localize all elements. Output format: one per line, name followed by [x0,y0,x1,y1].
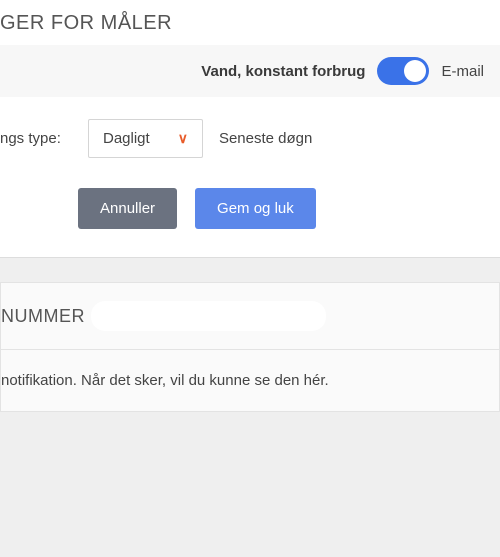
frequency-hint: Seneste døgn [219,130,312,147]
setting-label: Vand, konstant forbrug [201,63,365,80]
chevron-down-icon: ∨ [178,130,188,147]
redacted-value [91,301,326,331]
background-panel: NUMMER notifikation. Når det sker, vil d… [0,257,500,557]
frequency-select[interactable]: Dagligt ∨ [88,119,203,158]
card-title: NUMMER [1,306,85,327]
meter-settings-modal: GER FOR MÅLER Vand, konstant forbrug E-m… [0,0,500,257]
channel-label: E-mail [441,63,484,80]
modal-actions: Annuller Gem og luk [0,180,500,229]
notification-setting-row: Vand, konstant forbrug E-mail [0,45,500,97]
save-button[interactable]: Gem og luk [195,188,316,229]
meter-card: NUMMER notifikation. Når det sker, vil d… [0,282,500,412]
card-body: notifikation. Når det sker, vil du kunne… [1,350,499,411]
cancel-button[interactable]: Annuller [78,188,177,229]
modal-title: GER FOR MÅLER [0,12,500,45]
frequency-row: ngs type: Dagligt ∨ Seneste døgn [0,97,500,180]
frequency-label: ngs type: [0,130,72,147]
toggle-knob [404,60,426,82]
card-header: NUMMER [1,283,499,350]
email-toggle[interactable] [377,57,429,85]
frequency-selected: Dagligt [103,130,150,147]
